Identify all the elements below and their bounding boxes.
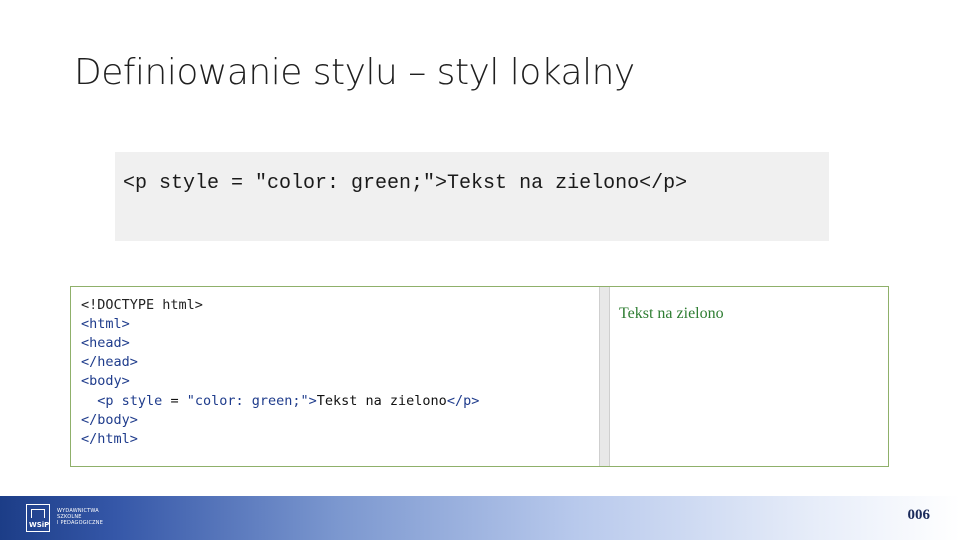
slide-title: Definiowanie stylu – styl lokalny	[74, 52, 635, 93]
publisher-name: Wydawnictwa Szkolne i Pedagogiczne	[57, 508, 103, 526]
equals-sign: =	[162, 393, 187, 409]
code-snippet: <p style = "color: green;">Tekst na ziel…	[123, 172, 688, 195]
editor-line-4: </head>	[81, 354, 138, 370]
p-close-tag: </p>	[446, 393, 480, 409]
doctype-rest: html>	[154, 297, 203, 313]
preview-pane: Tekst na zielono	[609, 287, 888, 466]
editor-line-8: </html>	[81, 431, 138, 447]
editor-line-7: </body>	[81, 412, 138, 428]
preview-text: Tekst na zielono	[619, 305, 724, 322]
p-open-close: >	[308, 393, 317, 409]
logo-text: WSiP	[29, 521, 50, 529]
footer-bar	[0, 496, 960, 540]
editor-pane[interactable]: <!DOCTYPE html> <html> <head> </head> <b…	[71, 287, 599, 466]
publisher-line-3: i Pedagogiczne	[57, 520, 104, 526]
code-snippet-box: <p style = "color: green;">Tekst na ziel…	[115, 152, 829, 241]
style-attr: style	[113, 393, 163, 409]
editor-line-6: <p style = "color: green;">Tekst na ziel…	[81, 392, 479, 411]
editor-line-2: <html>	[81, 316, 130, 332]
demo-panel: <!DOCTYPE html> <html> <head> </head> <b…	[70, 286, 889, 467]
page-number: 006	[907, 507, 931, 523]
editor-line-1: <!DOCTYPE html>	[81, 296, 203, 315]
doctype-keyword: <!DOCTYPE	[81, 297, 155, 313]
style-value: "color: green;"	[186, 393, 309, 409]
p-open-tag: <p	[97, 393, 114, 409]
editor-line-3: <head>	[81, 335, 130, 351]
editor-line-5: <body>	[81, 373, 130, 389]
p-text: Tekst na zielono	[316, 393, 447, 409]
